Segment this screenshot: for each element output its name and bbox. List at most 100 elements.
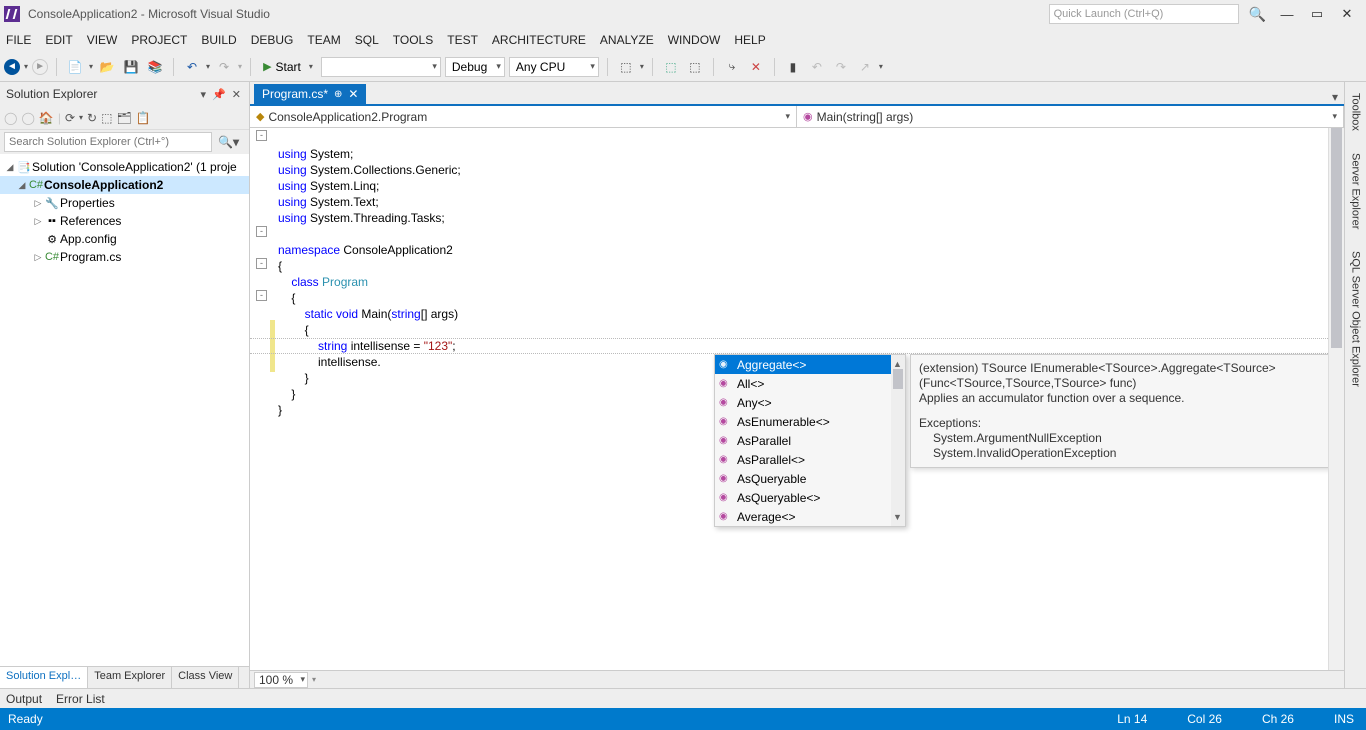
redo-button[interactable]: ↷ xyxy=(214,57,234,77)
minimize-button[interactable]: — xyxy=(1272,5,1302,24)
tab-output[interactable]: Output xyxy=(6,692,42,706)
tb-icon-4[interactable]: ⤷ xyxy=(722,57,742,77)
doc-tab-strip: Program.cs* ⊕ ✕ ▾ xyxy=(250,82,1344,106)
solution-tree[interactable]: ◢📑Solution 'ConsoleApplication2' (1 proj… xyxy=(0,154,249,666)
intellisense-item[interactable]: ◉All<> xyxy=(715,374,905,393)
tree-appconfig[interactable]: App.config xyxy=(60,232,117,246)
sol-tb-back[interactable]: ◯ xyxy=(4,111,17,125)
tb-icon-2[interactable]: ⬚ xyxy=(661,57,681,77)
intellisense-item[interactable]: ◉Aggregate<> xyxy=(715,355,905,374)
nav-forward-button[interactable]: ► xyxy=(32,59,48,75)
menu-project[interactable]: PROJECT xyxy=(131,33,187,47)
open-file-button[interactable]: 📂 xyxy=(97,57,117,77)
search-icon[interactable]: 🔍 xyxy=(1243,6,1272,23)
tab-close-icon[interactable]: ✕ xyxy=(348,87,358,101)
sol-tb-fwd[interactable]: ◯ xyxy=(21,111,34,125)
tab-server-explorer[interactable]: Server Explorer xyxy=(1347,146,1365,236)
sol-tb-showall[interactable]: 🗂 xyxy=(116,111,131,125)
tb-icon-5[interactable]: ✕ xyxy=(746,57,766,77)
solution-toolbar: ◯ ◯ 🏠 | ⟳▾ ↻ ⬚ 🗂 📋 xyxy=(0,106,249,130)
config-combo[interactable]: Debug xyxy=(445,57,505,77)
tab-class-view[interactable]: Class View xyxy=(172,667,239,688)
quick-launch-input[interactable]: Quick Launch (Ctrl+Q) xyxy=(1049,4,1239,24)
tab-solution-explorer[interactable]: Solution Expl… xyxy=(0,667,88,688)
platform-combo[interactable]: Any CPU xyxy=(509,57,599,77)
left-panel-tabs: Solution Expl… Team Explorer Class View xyxy=(0,666,249,688)
close-button[interactable]: ✕ xyxy=(1332,4,1362,24)
panel-pin-icon[interactable]: 📌 xyxy=(210,88,228,101)
menu-edit[interactable]: EDIT xyxy=(45,33,72,47)
menu-view[interactable]: VIEW xyxy=(87,33,118,47)
status-bar: Ready Ln 14 Col 26 Ch 26 INS xyxy=(0,708,1366,730)
tree-project[interactable]: ConsoleApplication2 xyxy=(44,178,163,192)
restore-button[interactable]: ▭ xyxy=(1302,4,1332,24)
tb-icon-1[interactable]: ⬚ xyxy=(616,57,636,77)
menu-tools[interactable]: TOOLS xyxy=(393,33,433,47)
save-all-button[interactable]: 📚 xyxy=(145,57,165,77)
menu-team[interactable]: TEAM xyxy=(307,33,340,47)
status-ch: Ch 26 xyxy=(1262,712,1294,726)
bottom-dock-tabs: Output Error List xyxy=(0,688,1366,708)
menu-sql[interactable]: SQL xyxy=(355,33,379,47)
tb-icon-6[interactable]: ▮ xyxy=(783,57,803,77)
solution-search-icon[interactable]: 🔍▾ xyxy=(212,135,245,149)
doc-tabs-dropdown[interactable]: ▾ xyxy=(1326,90,1344,104)
intellisense-item[interactable]: ◉AsParallel<> xyxy=(715,450,905,469)
tree-properties[interactable]: Properties xyxy=(60,196,115,210)
menu-architecture[interactable]: ARCHITECTURE xyxy=(492,33,586,47)
intellisense-popup[interactable]: ◉Aggregate<> ◉All<> ◉Any<> ◉AsEnumerable… xyxy=(714,354,906,527)
menu-debug[interactable]: DEBUG xyxy=(251,33,294,47)
panel-dropdown-icon[interactable]: ▾ xyxy=(199,88,209,101)
intellisense-tooltip: (extension) TSource IEnumerable<TSource>… xyxy=(910,354,1344,468)
menu-test[interactable]: TEST xyxy=(447,33,478,47)
nav-member-combo[interactable]: ◉Main(string[] args) xyxy=(797,106,1344,127)
save-button[interactable]: 💾 xyxy=(121,57,141,77)
editor-zoom-bar: 100 % ▾ xyxy=(250,670,1344,688)
intellisense-item[interactable]: ◉AsQueryable xyxy=(715,469,905,488)
tab-team-explorer[interactable]: Team Explorer xyxy=(88,667,172,688)
tab-sql-object-explorer[interactable]: SQL Server Object Explorer xyxy=(1347,244,1365,394)
tb-icon-8[interactable]: ↷ xyxy=(831,57,851,77)
menu-analyze[interactable]: ANALYZE xyxy=(600,33,654,47)
tb-icon-7[interactable]: ↶ xyxy=(807,57,827,77)
menu-file[interactable]: FILE xyxy=(6,33,31,47)
tree-references[interactable]: References xyxy=(60,214,121,228)
undo-button[interactable]: ↶ xyxy=(182,57,202,77)
solution-explorer-panel: Solution Explorer ▾ 📌 ✕ ◯ ◯ 🏠 | ⟳▾ ↻ ⬚ 🗂… xyxy=(0,82,250,688)
sol-tb-sync[interactable]: ⟳ xyxy=(65,111,75,125)
new-project-button[interactable]: 📄 xyxy=(65,57,85,77)
tab-error-list[interactable]: Error List xyxy=(56,692,105,706)
start-button[interactable]: ▶Start▾ xyxy=(259,60,317,74)
tb-icon-3[interactable]: ⬚ xyxy=(685,57,705,77)
solution-search-input[interactable] xyxy=(4,132,212,152)
menu-window[interactable]: WINDOW xyxy=(668,33,721,47)
menu-help[interactable]: HELP xyxy=(734,33,765,47)
intellisense-item[interactable]: ◉AsEnumerable<> xyxy=(715,412,905,431)
nav-class-combo[interactable]: ◆ConsoleApplication2.Program xyxy=(250,106,797,127)
tree-programcs[interactable]: Program.cs xyxy=(60,250,121,264)
intellisense-item[interactable]: ◉AsParallel xyxy=(715,431,905,450)
intellisense-item[interactable]: ◉AsQueryable<> xyxy=(715,488,905,507)
zoom-combo[interactable]: 100 % xyxy=(254,672,308,688)
status-col: Col 26 xyxy=(1187,712,1222,726)
sol-tb-props[interactable]: 📋 xyxy=(136,111,151,125)
title-bar: ConsoleApplication2 - Microsoft Visual S… xyxy=(0,0,1366,28)
tab-toolbox[interactable]: Toolbox xyxy=(1347,86,1365,138)
status-ins: INS xyxy=(1334,712,1354,726)
intellisense-item[interactable]: ◉Any<> xyxy=(715,393,905,412)
editor-scrollbar[interactable] xyxy=(1328,128,1344,670)
code-editor[interactable]: - - - - using System; using System.Colle… xyxy=(250,128,1344,670)
panel-close-icon[interactable]: ✕ xyxy=(230,88,243,101)
tab-pin-icon[interactable]: ⊕ xyxy=(334,89,342,100)
sol-tb-collapse[interactable]: ⬚ xyxy=(101,111,112,125)
doc-tab-programcs[interactable]: Program.cs* ⊕ ✕ xyxy=(254,84,366,104)
menu-build[interactable]: BUILD xyxy=(201,33,236,47)
intellisense-item[interactable]: ◉Average<> xyxy=(715,507,905,526)
intellisense-scrollbar[interactable]: ▲▼ xyxy=(891,355,905,526)
tree-solution[interactable]: Solution 'ConsoleApplication2' (1 proje xyxy=(32,160,237,174)
sol-tb-refresh[interactable]: ↻ xyxy=(87,111,97,125)
startup-combo[interactable] xyxy=(321,57,441,77)
sol-tb-home[interactable]: 🏠 xyxy=(39,111,54,125)
nav-back-button[interactable]: ◄ xyxy=(4,59,20,75)
tb-icon-9[interactable]: ↗ xyxy=(855,57,875,77)
